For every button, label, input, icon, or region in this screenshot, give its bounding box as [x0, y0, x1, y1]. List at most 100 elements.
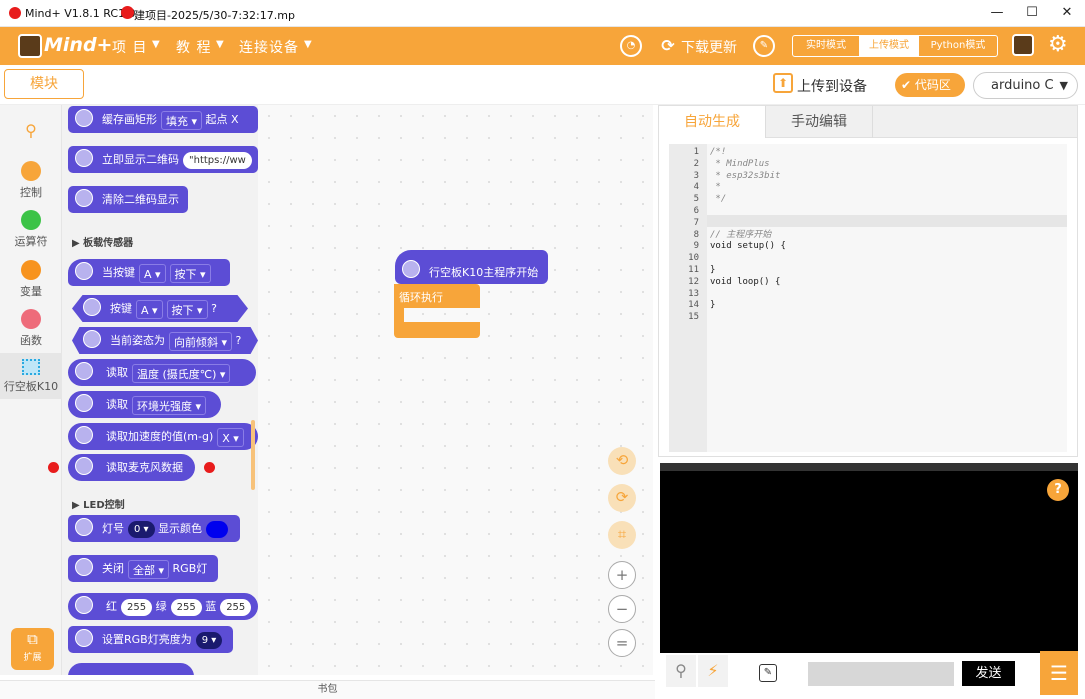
category-dot [21, 309, 41, 329]
block-posture[interactable]: 当前姿态为 向前倾斜 ▾ ? [72, 327, 258, 354]
close-button[interactable]: ✕ [1057, 4, 1077, 22]
dropdown[interactable]: 0 ▾ [128, 520, 155, 538]
serial-input[interactable] [808, 662, 954, 686]
dropdown[interactable]: A ▾ [136, 299, 163, 319]
block-read-microphone[interactable]: 读取麦克风数据 [68, 454, 195, 481]
block-when-button[interactable]: 当按键 A ▾ 按下 ▾ [68, 259, 230, 286]
k10-icon [75, 558, 93, 576]
zoom-reset-button[interactable]: = [608, 629, 636, 657]
dropdown[interactable]: X ▾ [217, 427, 244, 447]
block-clear-qrcode[interactable]: 清除二维码显示 [68, 186, 188, 213]
maximize-button[interactable]: ☐ [1022, 4, 1042, 22]
menu-connect-device[interactable]: 连接设备 [239, 37, 299, 57]
block-read-temperature[interactable]: 读取 温度 (摄氏度℃) ▾ [68, 359, 256, 386]
block-button-pressed[interactable]: 按键 A ▾ 按下 ▾ ? [72, 295, 248, 322]
category-functions[interactable]: 函数 [0, 309, 62, 348]
line-number: 8 [693, 229, 699, 240]
category-variables[interactable]: 变量 [0, 260, 62, 299]
color-swatch[interactable] [206, 520, 229, 538]
dropdown[interactable]: 按下 ▾ [166, 299, 208, 319]
dropdown[interactable]: 环境光强度 ▾ [132, 395, 207, 415]
main-program-hat-block[interactable]: 行空板K10主程序开始 [395, 250, 548, 284]
block-draw-rect[interactable]: 缓存画矩形 填充 ▾ 起点 X [68, 106, 258, 133]
block-text: 当前姿态为 [110, 334, 165, 347]
category-operators[interactable]: 运算符 [0, 210, 62, 249]
hat-block-text: 行空板K10主程序开始 [429, 266, 539, 279]
category-k10[interactable]: 行空板K10 [0, 353, 62, 399]
code-editor[interactable]: 1 2 3 4 5 6 7 8 9 10 11 12 13 14 15 /*! * MindPlus * e… [669, 144, 1067, 452]
robot-avatar-icon[interactable] [1012, 34, 1034, 56]
block-led-brightness[interactable]: 设置RGB灯亮度为 9 ▾ [68, 626, 233, 653]
list-menu-icon[interactable]: ☰ [1040, 651, 1078, 695]
dropdown[interactable]: 温度 (摄氏度℃) ▾ [132, 363, 231, 383]
dropdown[interactable]: 按下 ▾ [169, 263, 211, 283]
number-input[interactable]: 255 [170, 598, 202, 616]
extension-button[interactable]: ⧉ 扩展 [11, 628, 54, 670]
dropdown[interactable]: 全部 ▾ [128, 559, 170, 579]
number-input[interactable]: 255 [220, 598, 252, 616]
crop-button[interactable]: ⌗ [608, 521, 636, 549]
block-led-color[interactable]: 灯号 0 ▾ 显示颜色 [68, 515, 240, 542]
dropdown[interactable]: 向前倾斜 ▾ [169, 331, 233, 351]
board-select[interactable]: arduino C ▼ [973, 72, 1078, 99]
mode-upload[interactable]: 上传模式 [859, 36, 919, 56]
mode-python[interactable]: Python模式 [919, 36, 997, 56]
tab-manual-edit[interactable]: 手动编辑 [765, 106, 873, 138]
search-icon: ⚲ [25, 121, 37, 140]
forever-loop-block[interactable]: 循环执行 [394, 284, 480, 338]
disconnect-icon[interactable]: ⚡ [698, 655, 728, 687]
dropdown[interactable]: A ▾ [139, 263, 166, 283]
section-led-control[interactable]: ▶ LED控制 [72, 496, 125, 511]
category-label: 运算符 [14, 235, 48, 248]
serial-monitor[interactable]: ? [660, 463, 1078, 653]
code-workspace[interactable]: 行空板K10主程序开始 循环执行 [258, 105, 653, 675]
block-partial[interactable] [68, 663, 194, 675]
text-input[interactable]: "https://ww [183, 151, 252, 169]
code-line: /*! [710, 147, 727, 157]
code-line: void loop() { [710, 276, 781, 287]
send-button[interactable]: 发送 [962, 661, 1015, 686]
tab-modules[interactable]: 模块 [4, 69, 84, 99]
undo-button[interactable]: ⟲ [608, 447, 636, 475]
gear-icon[interactable]: ⚙ [1048, 33, 1068, 57]
section-onboard-sensors[interactable]: ▶ 板载传感器 [72, 234, 133, 249]
code-tabs: 自动生成 手动编辑 [659, 106, 1077, 138]
bookmark-bar[interactable]: 书包 [0, 680, 655, 699]
line-number: 10 [688, 253, 699, 264]
minimize-button[interactable]: — [987, 4, 1007, 22]
number-input[interactable]: 255 [121, 598, 153, 616]
block-rgb-value[interactable]: 红 255 绿 255 蓝 255 [68, 593, 258, 620]
zoom-in-button[interactable]: + [608, 561, 636, 589]
dropdown[interactable]: 9 ▾ [195, 631, 223, 649]
menu-project[interactable]: 项 目 [112, 37, 147, 57]
redo-button[interactable]: ⟳ [608, 484, 636, 512]
category-control[interactable]: 控制 [0, 161, 62, 200]
speedometer-icon[interactable]: ◔ [620, 35, 642, 57]
block-show-qrcode[interactable]: 立即显示二维码 "https://ww [68, 146, 258, 173]
code-line: * [710, 182, 721, 193]
red-marker [48, 462, 59, 473]
edit-icon[interactable]: ✎ [753, 35, 775, 57]
block-text: 起点 X [205, 113, 239, 126]
line-number: 12 [688, 276, 699, 287]
line-number: 7 [693, 217, 699, 228]
eraser-icon[interactable]: ✎ [759, 664, 777, 682]
zoom-out-button[interactable]: − [608, 595, 636, 623]
menu-tutorial[interactable]: 教 程 [176, 37, 211, 57]
upload-to-device-button[interactable]: 上传到设备 [797, 76, 867, 96]
mode-realtime[interactable]: 实时模式 [793, 36, 859, 56]
dropdown[interactable]: 填充 ▾ [161, 110, 203, 130]
block-read-light[interactable]: 读取 环境光强度 ▾ [68, 391, 221, 418]
block-read-acceleration[interactable]: 读取加速度的值(m-g) X ▾ [68, 423, 258, 450]
usb-icon[interactable]: ⚲ [666, 655, 696, 687]
k10-icon [75, 457, 93, 475]
code-area-button[interactable]: ✔ 代码区 [895, 73, 965, 97]
code-line: * MindPlus [710, 158, 770, 169]
help-button[interactable]: ? [1047, 479, 1069, 501]
category-search[interactable]: ⚲ [0, 121, 62, 140]
download-update-button[interactable]: 下载更新 [681, 37, 737, 57]
category-label: 控制 [20, 186, 42, 199]
block-led-off[interactable]: 关闭 全部 ▾ RGB灯 [68, 555, 218, 582]
scrollbar-thumb[interactable] [251, 420, 255, 490]
tab-auto-generate[interactable]: 自动生成 [659, 106, 765, 138]
